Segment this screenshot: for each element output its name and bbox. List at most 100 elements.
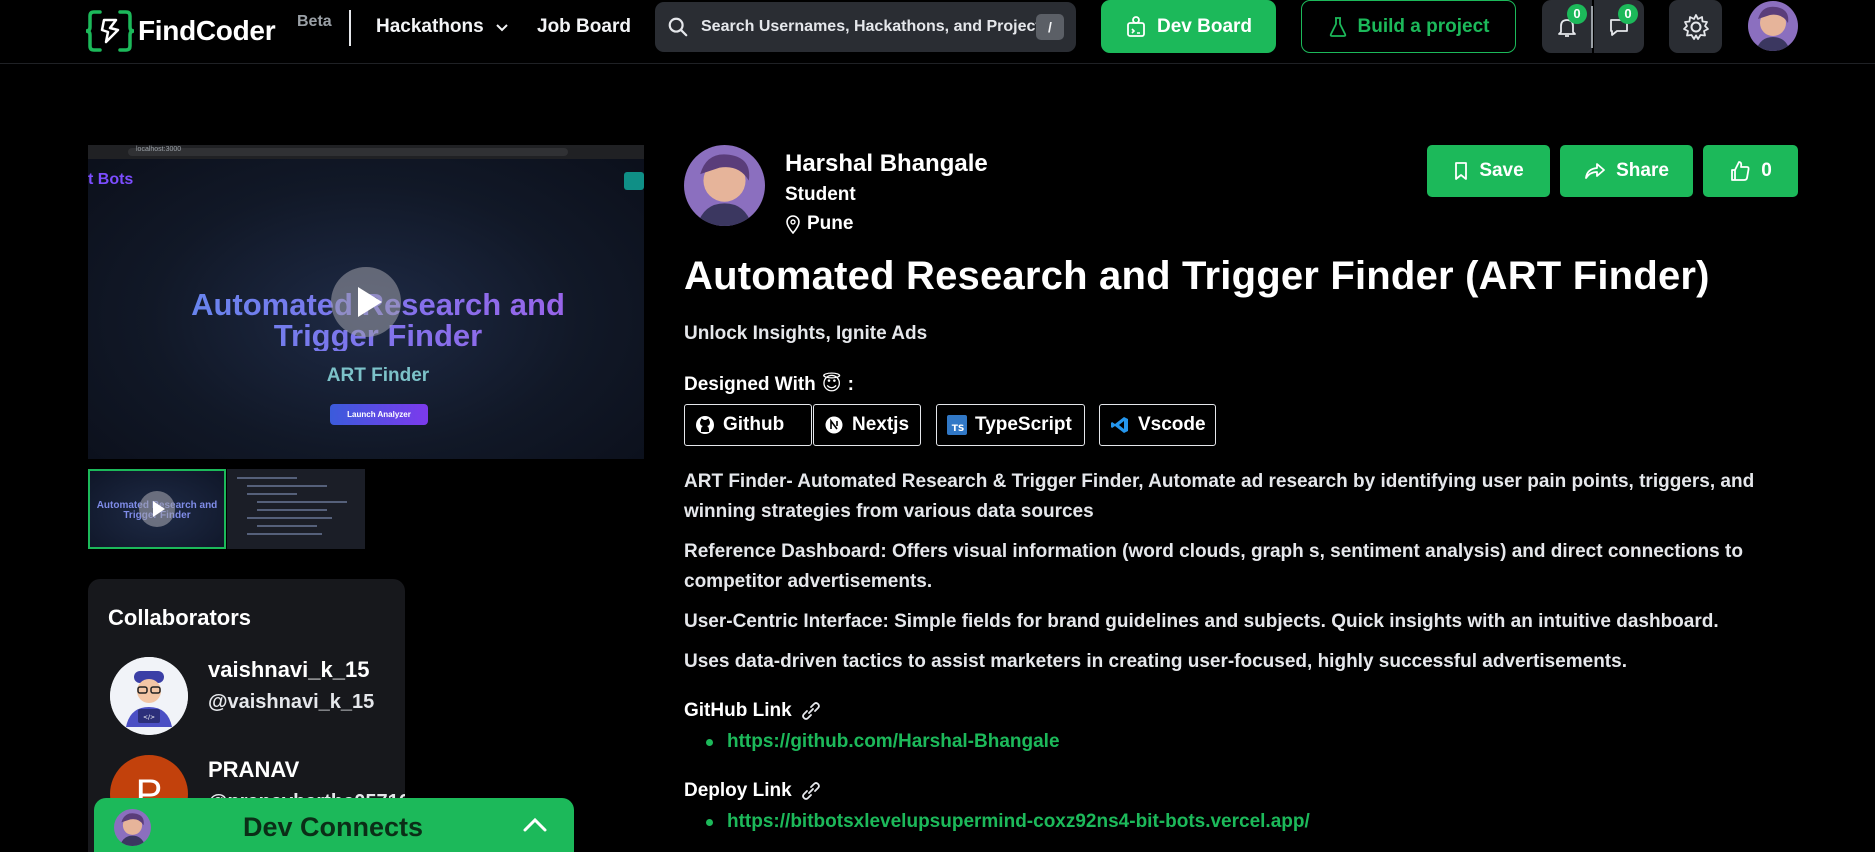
search-input[interactable]: Search Usernames, Hackathons, and Projec… — [701, 18, 1036, 36]
author-name[interactable]: Harshal Bhangale — [785, 150, 988, 178]
findcoder-logo[interactable]: FindCoder — [86, 8, 276, 54]
tech-tag-typescript[interactable]: TS TypeScript — [936, 404, 1085, 446]
project-video-preview[interactable]: localhost:3000 t Bots Automated Research… — [88, 145, 644, 459]
typescript-icon: TS — [947, 415, 967, 435]
github-link[interactable]: https://github.com/Harshal-Bhangale — [706, 731, 1060, 753]
nav-divider — [349, 10, 351, 46]
svg-text:TS: TS — [952, 424, 965, 434]
user-avatar[interactable] — [1748, 1, 1798, 51]
preview-subtitle: ART Finder — [326, 365, 430, 386]
thumbnail-code-line — [247, 517, 332, 519]
notifications-badge: 0 — [1567, 4, 1587, 24]
deploy-link[interactable]: https://bitbotsxlevelupsupermind-coxz92n… — [706, 811, 1310, 833]
search-bar[interactable]: Search Usernames, Hackathons, and Projec… — [655, 2, 1076, 52]
chevron-up-icon[interactable] — [522, 814, 548, 836]
thumbnail-play-button — [139, 491, 175, 527]
bullet — [706, 738, 713, 746]
github-link-url[interactable]: https://github.com/Harshal-Bhangale — [727, 731, 1060, 753]
dev-connects-avatar-image — [114, 809, 151, 846]
thumbnail-code-line — [247, 493, 297, 495]
play-icon — [153, 501, 165, 517]
preview-launch-button: Launch Analyzer — [330, 404, 428, 425]
vscode-icon — [1110, 415, 1130, 435]
search-icon — [668, 17, 688, 37]
preview-brand-text: t Bots — [88, 171, 134, 188]
chevron-down-icon — [495, 24, 508, 32]
search-shortcut-key: / — [1036, 14, 1064, 40]
browser-bar: localhost:3000 — [88, 145, 644, 159]
github-link-label: GitHub Link — [684, 700, 792, 721]
dev-connects-avatar — [114, 809, 151, 846]
logo-text: FindCoder — [138, 15, 276, 46]
nav-job-board[interactable]: Job Board — [537, 16, 631, 38]
author-avatar[interactable] — [684, 145, 765, 226]
github-icon — [695, 415, 715, 435]
top-navbar: FindCoder Beta Hackathons Job Board Sear… — [0, 0, 1875, 64]
thumbs-up-icon — [1731, 161, 1750, 181]
like-button[interactable]: 0 — [1703, 145, 1798, 197]
like-count: 0 — [1761, 160, 1772, 181]
share-icon — [1585, 163, 1605, 179]
author-location-text: Pune — [807, 213, 854, 234]
collaborator-name[interactable]: PRANAV — [208, 757, 299, 783]
nav-hackathons[interactable]: Hackathons — [376, 16, 510, 38]
project-tagline: Unlock Insights, Ignite Ads — [684, 323, 928, 344]
tech-tag-label: Vscode — [1138, 414, 1206, 435]
deploy-link-url[interactable]: https://bitbotsxlevelupsupermind-coxz92n… — [727, 811, 1310, 833]
messages-button[interactable]: 0 — [1594, 0, 1644, 53]
thumbnail-code-line — [247, 485, 327, 487]
dev-board-button[interactable]: Dev Board — [1101, 0, 1276, 53]
gear-icon — [1682, 13, 1709, 40]
designed-with-suffix: : — [847, 373, 854, 395]
project-description-paragraph: User-Centric Interface: Simple fields fo… — [684, 611, 1719, 632]
share-label: Share — [1616, 160, 1669, 181]
media-thumbnail-1[interactable]: Automated Research and Trigger Finder — [88, 469, 226, 549]
logo-mark-icon — [86, 10, 134, 52]
dev-board-icon — [1127, 15, 1145, 37]
beta-label: Beta — [297, 13, 332, 30]
collaborator-avatar-image: </> — [110, 657, 188, 735]
nav-separator — [1591, 6, 1593, 48]
link-icon — [801, 782, 820, 800]
build-project-label: Build a project — [1357, 15, 1490, 37]
nextjs-icon — [824, 415, 844, 435]
designed-with-text: Designed With — [684, 373, 816, 395]
browser-url-text: localhost:3000 — [136, 146, 182, 153]
play-button[interactable] — [331, 267, 401, 337]
flask-icon — [1329, 16, 1346, 37]
collaborator-avatar[interactable]: </> — [110, 657, 188, 735]
author-location: Pune — [785, 213, 853, 235]
deploy-link-label: Deploy Link — [684, 780, 792, 801]
notifications-button[interactable]: 0 — [1542, 0, 1592, 53]
deploy-link-heading: Deploy Link — [684, 780, 822, 802]
media-thumbnail-2[interactable] — [227, 469, 365, 549]
tech-tag-github[interactable]: Github — [684, 404, 812, 446]
share-button[interactable]: Share — [1560, 145, 1693, 197]
location-pin-icon — [786, 215, 800, 234]
dev-connects-bar[interactable]: Dev Connects — [94, 798, 574, 852]
dev-board-label: Dev Board — [1156, 15, 1253, 37]
nav-hackathons-label: Hackathons — [376, 16, 484, 37]
designed-with-label: Designed With 😇 : — [684, 373, 854, 396]
author-role: Student — [785, 184, 856, 205]
thumbnail-code-line — [247, 533, 322, 535]
tech-tag-vscode[interactable]: Vscode — [1099, 404, 1216, 446]
user-avatar-image — [1748, 1, 1798, 51]
dev-connects-label: Dev Connects — [243, 812, 424, 842]
designed-with-emoji: 😇 — [821, 374, 842, 395]
collaborator-name[interactable]: vaishnavi_k_15 — [208, 657, 369, 683]
project-description-paragraph: ART Finder- Automated Research & Trigger… — [684, 471, 1755, 522]
settings-button[interactable] — [1669, 0, 1722, 53]
bullet — [706, 818, 713, 826]
save-button[interactable]: Save — [1427, 145, 1550, 197]
thumbnail-code-line — [237, 477, 297, 479]
link-icon — [801, 702, 820, 720]
tech-tag-label: TypeScript — [975, 414, 1072, 435]
browser-url-bar: localhost:3000 — [128, 146, 568, 156]
preview-code-chip — [624, 172, 644, 190]
build-project-button[interactable]: Build a project — [1301, 0, 1516, 53]
thumbnail-code-line — [257, 501, 347, 503]
messages-badge: 0 — [1618, 4, 1638, 24]
tech-tag-nextjs[interactable]: Nextjs — [813, 404, 921, 446]
thumbnail-code-line — [257, 525, 317, 527]
